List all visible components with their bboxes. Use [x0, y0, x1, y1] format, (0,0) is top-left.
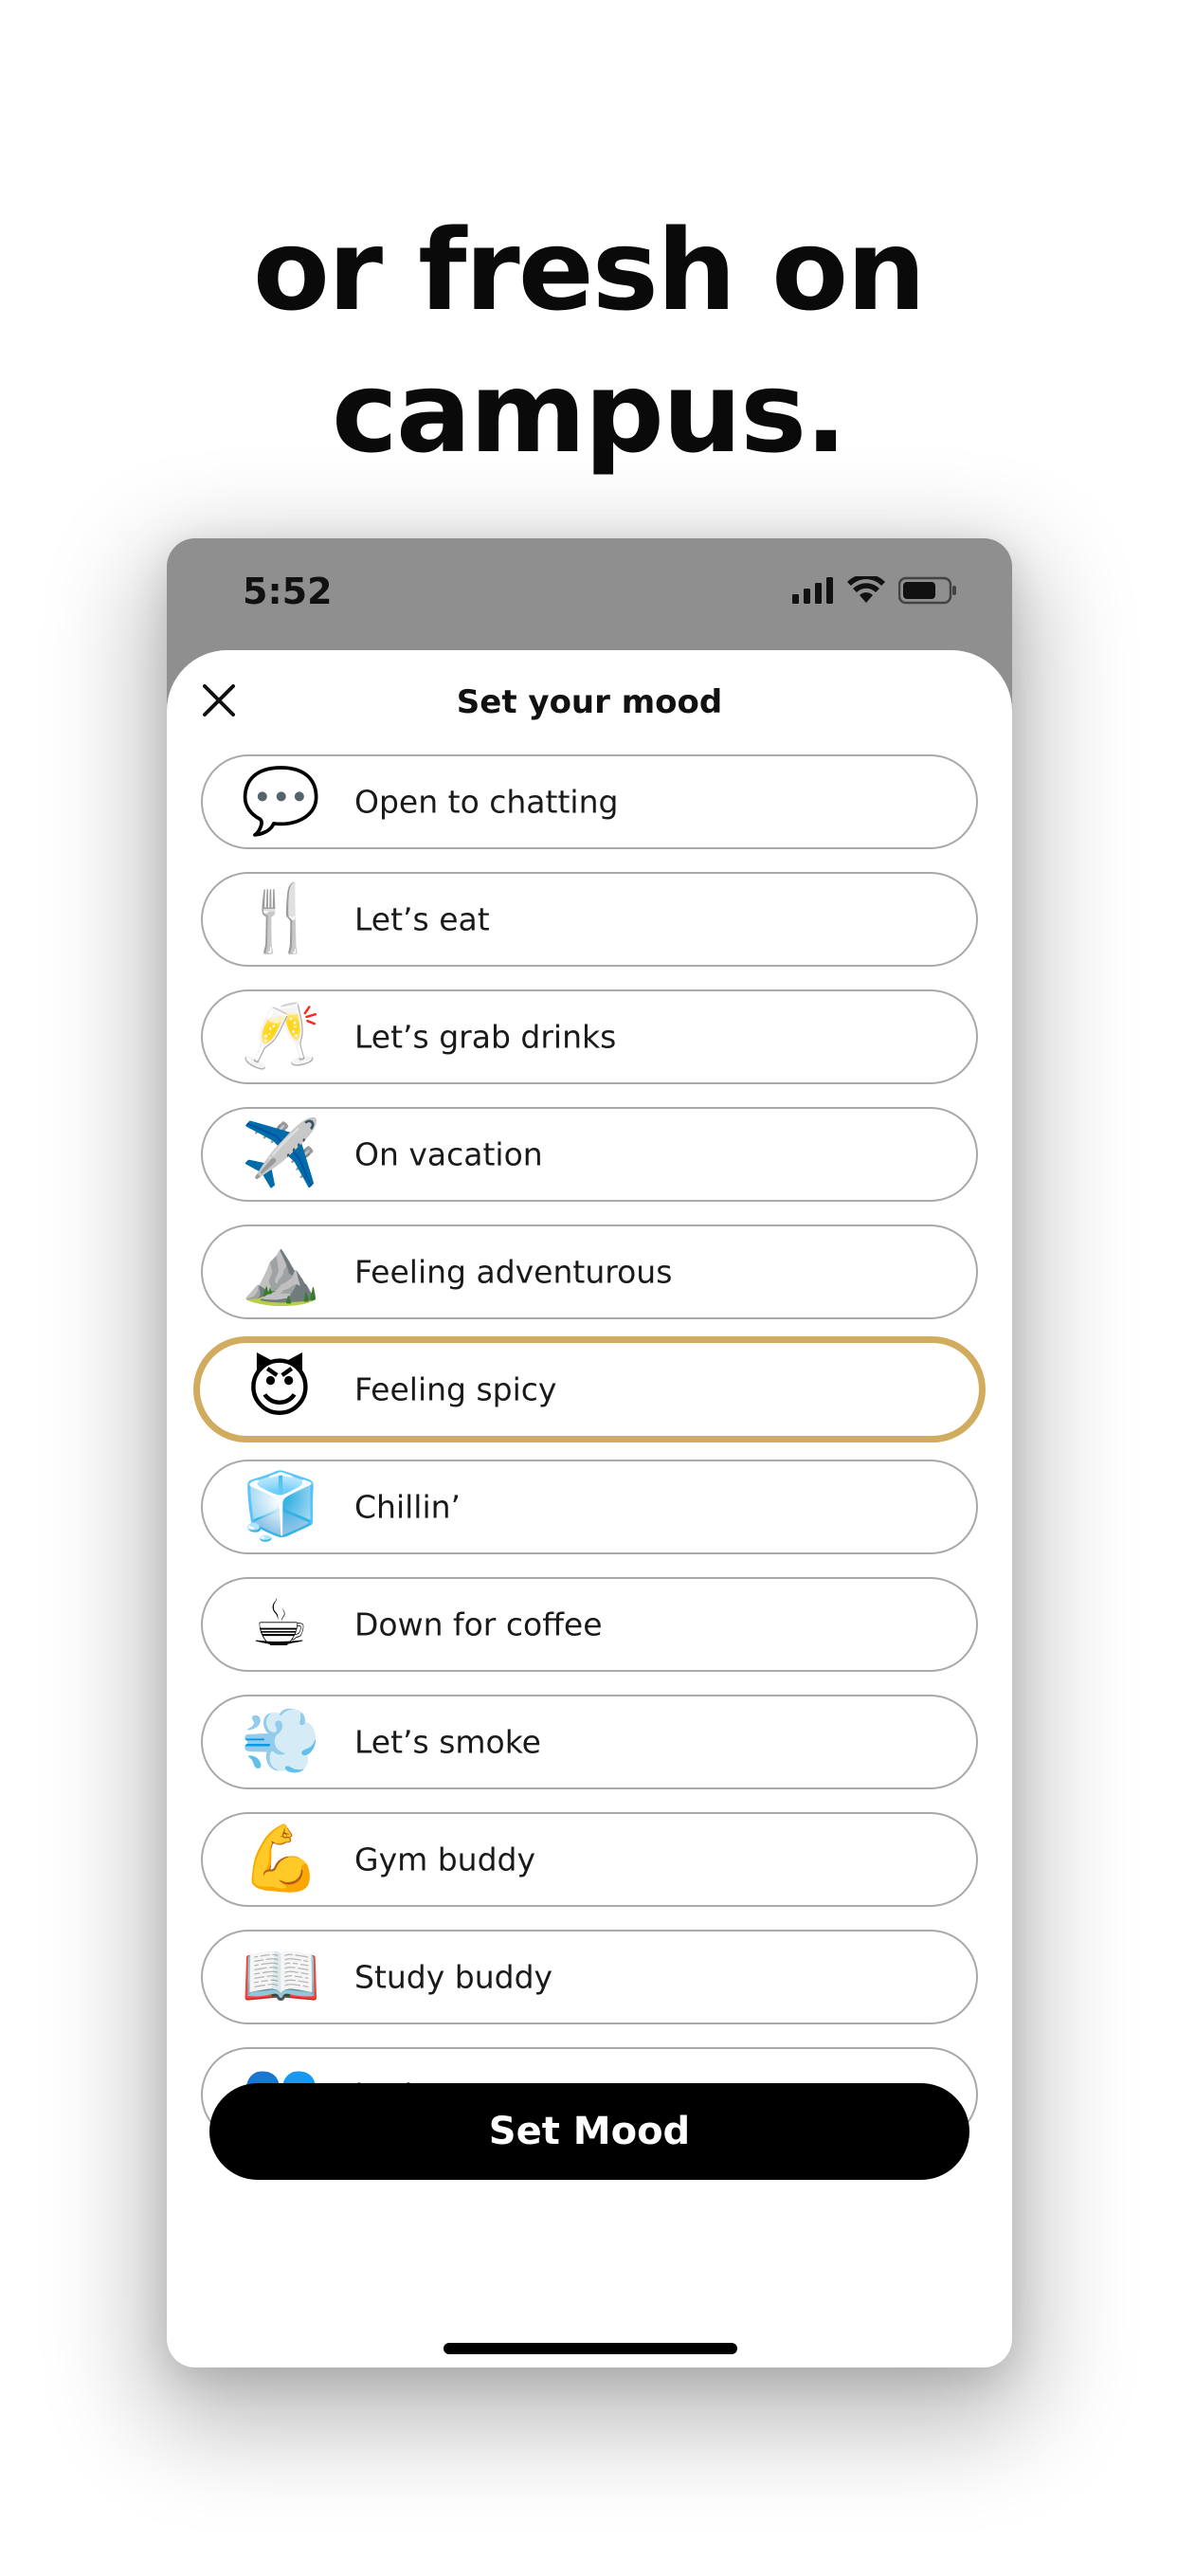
mood-option-lets-grab-drinks[interactable]: 🥂 Let’s grab drinks — [201, 989, 978, 1084]
smoke-puff-icon: 💨 — [241, 1704, 321, 1779]
headline: or fresh on campus. — [252, 205, 926, 478]
mood-label: Down for coffee — [354, 1605, 603, 1643]
mood-label: Chillin’ — [354, 1488, 462, 1526]
mountain-icon: ⛰️ — [241, 1234, 321, 1309]
mood-option-down-for-coffee[interactable]: ☕ Down for coffee — [201, 1577, 978, 1672]
mood-sheet: Set your mood 💬 Open to chatting 🍴 Let’s… — [167, 650, 1012, 2367]
sheet-title: Set your mood — [456, 683, 723, 721]
mood-list: 💬 Open to chatting 🍴 Let’s eat 🥂 Let’s g… — [193, 754, 986, 2165]
phone-screen: 5:52 Set your mood 💬 Open to chatting 🍴 … — [167, 538, 1012, 2367]
coffee-cup-icon: ☕ — [250, 1587, 309, 1661]
champagne-glasses-icon: 🥂 — [241, 999, 321, 1074]
flexed-biceps-icon: 💪 — [241, 1822, 321, 1896]
mood-label: Study buddy — [354, 1958, 553, 1996]
speech-bubble-icon: 💬 — [241, 764, 321, 839]
mood-option-feeling-adventurous[interactable]: ⛰️ Feeling adventurous — [201, 1225, 978, 1319]
wifi-icon — [847, 573, 885, 608]
mood-label: Gym buddy — [354, 1841, 536, 1878]
status-time: 5:52 — [243, 571, 333, 612]
set-mood-button[interactable]: Set Mood — [209, 2083, 969, 2180]
mood-label: Feeling adventurous — [354, 1253, 673, 1291]
devil-face-icon: 😈 — [245, 1351, 314, 1426]
mood-option-gym-buddy[interactable]: 💪 Gym buddy — [201, 1812, 978, 1907]
battery-icon — [897, 576, 957, 608]
open-book-icon: 📖 — [241, 1939, 321, 2014]
mood-option-open-to-chatting[interactable]: 💬 Open to chatting — [201, 754, 978, 849]
mood-option-lets-smoke[interactable]: 💨 Let’s smoke — [201, 1695, 978, 1789]
mood-label: Let’s eat — [354, 900, 490, 938]
status-bar: 5:52 — [167, 538, 1012, 650]
home-indicator[interactable] — [444, 2343, 737, 2354]
status-icons — [792, 573, 957, 608]
mood-label: Let’s smoke — [354, 1723, 541, 1761]
mood-label: Open to chatting — [354, 783, 619, 821]
signal-icon — [792, 577, 834, 608]
mood-label: Let’s grab drinks — [354, 1018, 617, 1056]
airplane-icon: ✈️ — [241, 1116, 321, 1191]
mood-option-study-buddy[interactable]: 📖 Study buddy — [201, 1930, 978, 2024]
mood-label: Feeling spicy — [354, 1370, 557, 1408]
mood-option-lets-eat[interactable]: 🍴 Let’s eat — [201, 872, 978, 967]
mood-option-chillin[interactable]: 🧊 Chillin’ — [201, 1460, 978, 1554]
fork-knife-icon: 🍴 — [241, 881, 321, 956]
ice-cube-icon: 🧊 — [241, 1469, 321, 1544]
mood-option-on-vacation[interactable]: ✈️ On vacation — [201, 1107, 978, 1202]
mood-option-feeling-spicy[interactable]: 😈 Feeling spicy — [193, 1336, 986, 1442]
mood-label: On vacation — [354, 1135, 543, 1173]
